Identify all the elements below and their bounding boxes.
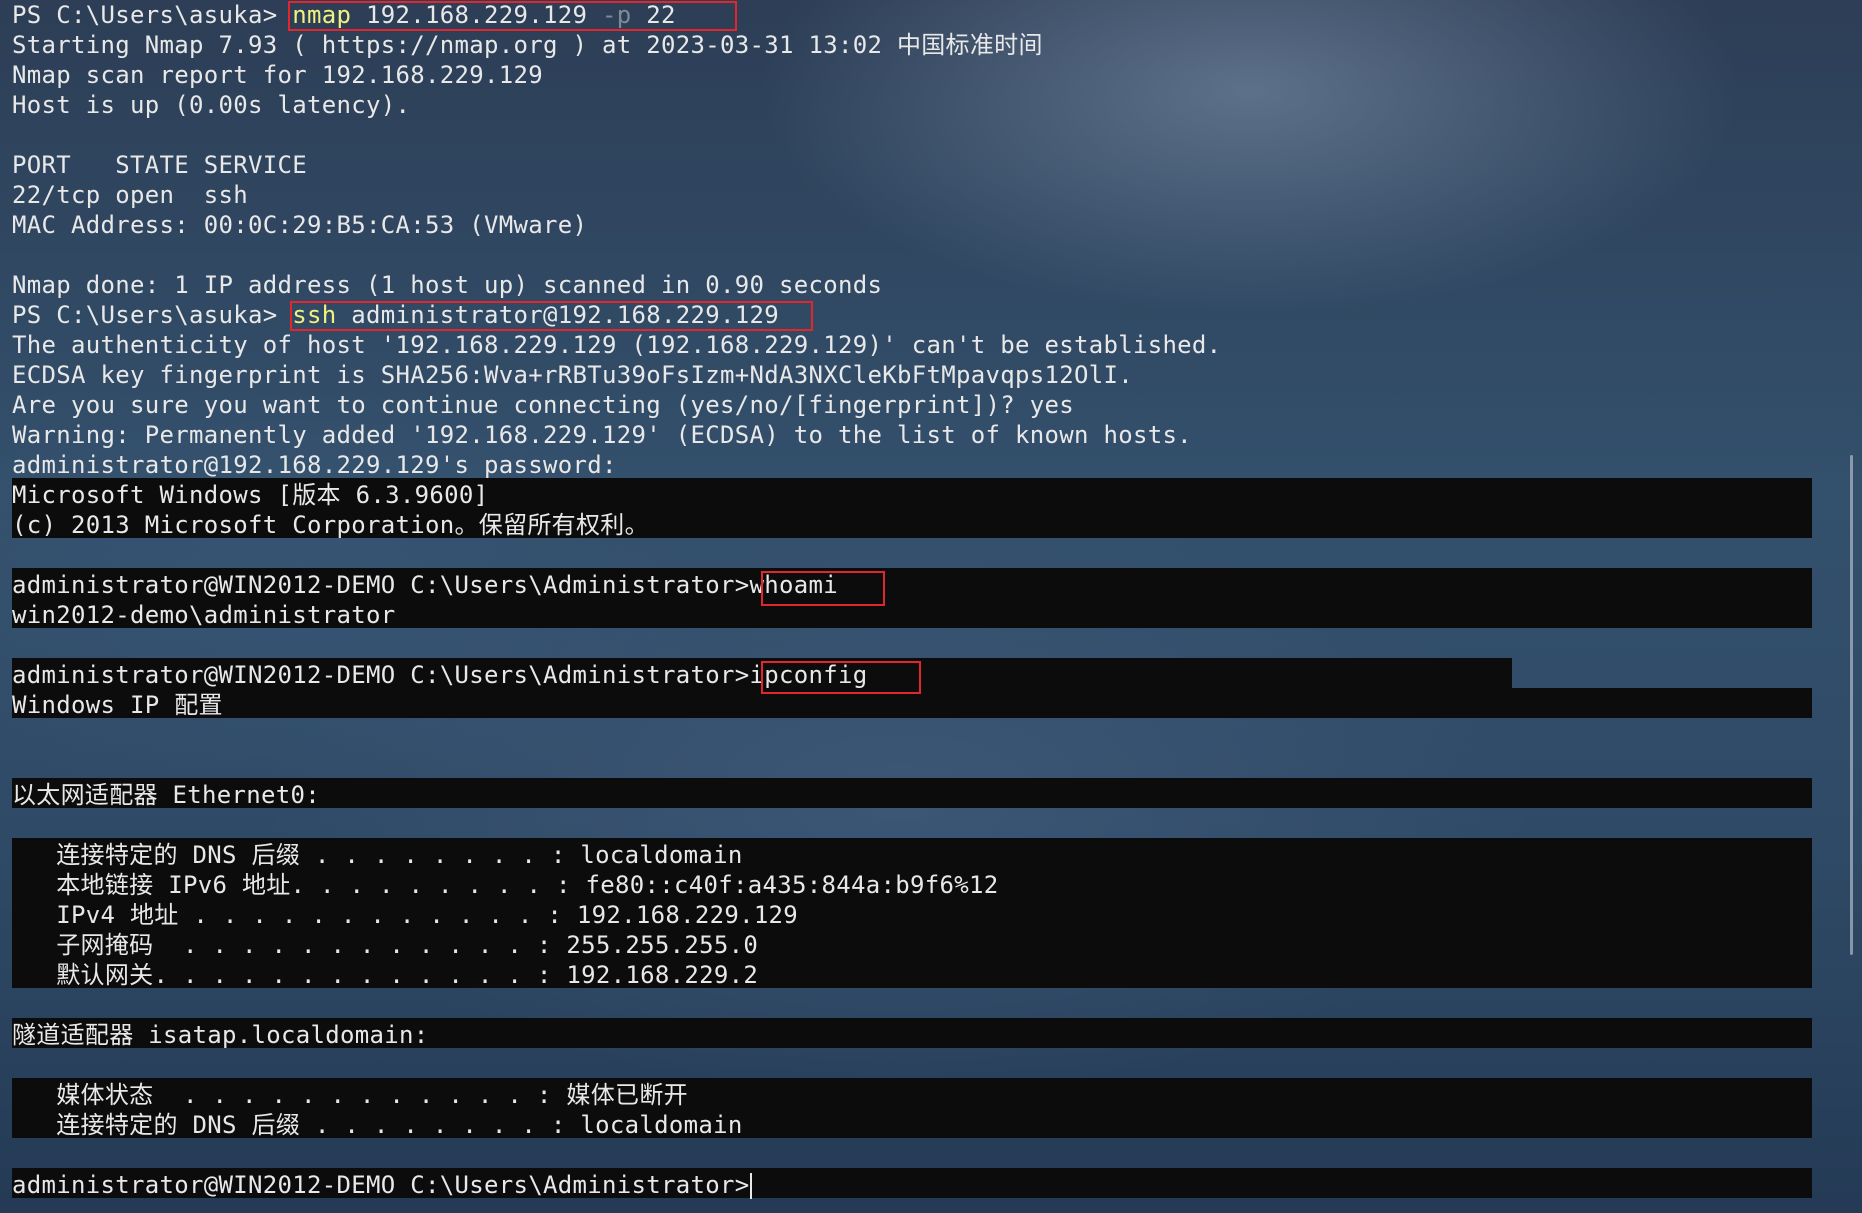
- output-line: Nmap done: 1 IP address (1 host up) scan…: [12, 271, 883, 299]
- adapter-header: 以太网适配器 Ethernet0:: [12, 781, 321, 809]
- output-line: Nmap scan report for 192.168.229.129: [12, 61, 543, 89]
- output-line: 媒体状态 . . . . . . . . . . . . : 媒体已断开: [12, 1081, 688, 1109]
- output-line: Microsoft Windows [版本 6.3.9600]: [12, 481, 489, 509]
- output-line: 连接特定的 DNS 后缀 . . . . . . . . : localdoma…: [12, 1111, 743, 1139]
- highlight-box-ipconfig: [761, 661, 921, 694]
- adapter-header: 隧道适配器 isatap.localdomain:: [12, 1021, 429, 1049]
- highlight-box-nmap: [288, 1, 737, 31]
- remote-prompt: administrator@WIN2012-DEMO C:\Users\Admi…: [12, 661, 750, 689]
- output-line: (c) 2013 Microsoft Corporation。保留所有权利。: [12, 511, 649, 539]
- scrollbar[interactable]: [1850, 455, 1853, 955]
- output-line: 默认网关. . . . . . . . . . . . . : 192.168.…: [12, 961, 759, 989]
- command-line-ipconfig: administrator@WIN2012-DEMO C:\Users\Admi…: [12, 660, 867, 690]
- output-line: MAC Address: 00:0C:29:B5:CA:53 (VMware): [12, 211, 588, 239]
- remote-prompt: administrator@WIN2012-DEMO C:\Users\Admi…: [12, 1171, 750, 1199]
- output-line: ECDSA key fingerprint is SHA256:Wva+rRBT…: [12, 361, 1133, 389]
- output-line: win2012-demo\administrator: [12, 601, 396, 629]
- output-line: 子网掩码 . . . . . . . . . . . . : 255.255.2…: [12, 931, 759, 959]
- output-line: administrator@192.168.229.129's password…: [12, 451, 617, 479]
- shell-prompt: PS C:\Users\asuka>: [12, 1, 293, 29]
- output-line: Starting Nmap 7.93 ( https://nmap.org ) …: [12, 31, 1043, 59]
- shell-prompt: PS C:\Users\asuka>: [12, 301, 293, 329]
- terminal-window[interactable]: PS C:\Users\asuka> nmap 192.168.229.129 …: [0, 0, 1862, 1213]
- output-line: Host is up (0.00s latency).: [12, 91, 411, 119]
- output-line: Windows IP 配置: [12, 691, 223, 719]
- highlight-box-ssh: [290, 301, 813, 331]
- output-line: 本地链接 IPv6 地址. . . . . . . . . : fe80::c4…: [12, 871, 999, 899]
- highlight-box-whoami: [761, 571, 885, 606]
- command-line-whoami: administrator@WIN2012-DEMO C:\Users\Admi…: [12, 570, 838, 600]
- output-line: 22/tcp open ssh: [12, 181, 248, 209]
- output-line: PORT STATE SERVICE: [12, 151, 307, 179]
- remote-prompt: administrator@WIN2012-DEMO C:\Users\Admi…: [12, 571, 750, 599]
- output-line: The authenticity of host '192.168.229.12…: [12, 331, 1222, 359]
- command-line-current[interactable]: administrator@WIN2012-DEMO C:\Users\Admi…: [12, 1170, 753, 1200]
- output-line: 连接特定的 DNS 后缀 . . . . . . . . : localdoma…: [12, 841, 743, 869]
- text-cursor: [750, 1173, 753, 1199]
- output-line: IPv4 地址 . . . . . . . . . . . . : 192.16…: [12, 901, 799, 929]
- output-line: Warning: Permanently added '192.168.229.…: [12, 421, 1192, 449]
- output-line: Are you sure you want to continue connec…: [12, 391, 1074, 419]
